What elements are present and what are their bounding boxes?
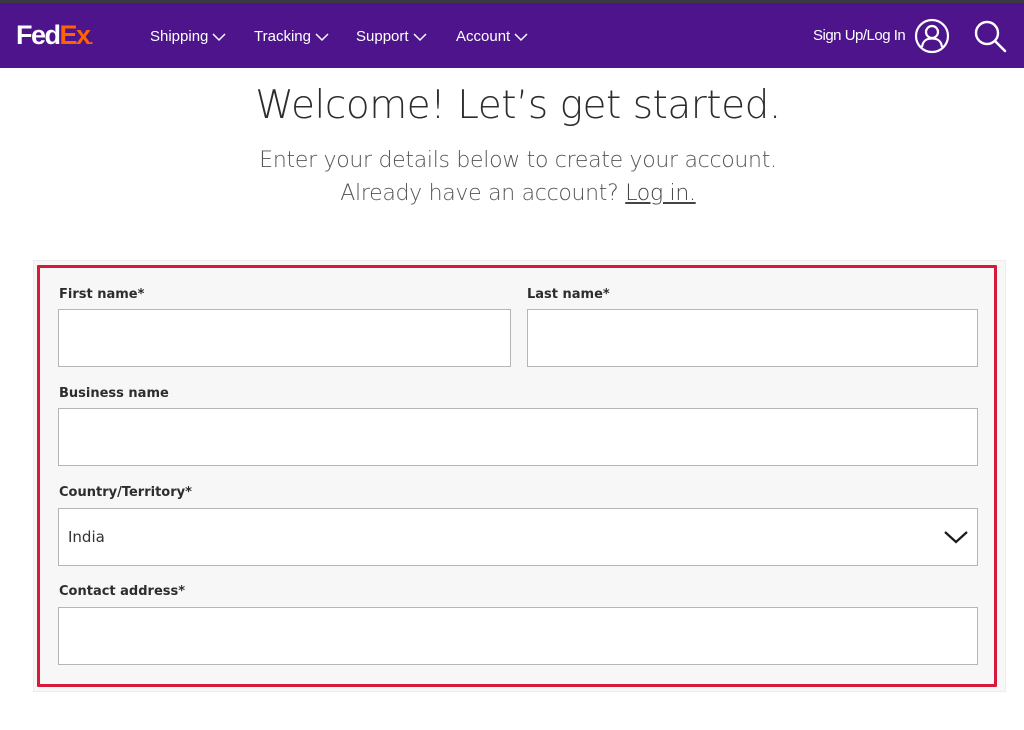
chevron-down-icon (944, 531, 968, 544)
country-select[interactable]: India (58, 508, 978, 566)
log-in-link[interactable]: Log in. (625, 181, 696, 206)
first-name-input[interactable] (58, 309, 511, 367)
sign-up-log-in-link[interactable]: Sign Up/Log In (813, 25, 906, 47)
first-name-label: First name* (59, 287, 145, 302)
contact-address-input[interactable] (58, 607, 978, 665)
nav-tracking[interactable]: Tracking (254, 25, 329, 49)
chevron-down-icon (212, 33, 226, 42)
page-subtitle: Enter your details below to create your … (259, 148, 777, 173)
nav-support[interactable]: Support (356, 25, 427, 49)
chevron-down-icon (514, 33, 528, 42)
last-name-input[interactable] (527, 309, 978, 367)
page-title: Welcome! Let’s get started. (255, 83, 781, 128)
top-navigation-bar: FedEx. Shipping Tracking Support Account… (0, 3, 1024, 68)
chevron-down-icon (413, 33, 427, 42)
chevron-down-icon (315, 33, 329, 42)
last-name-label: Last name* (527, 287, 610, 302)
fedex-logo[interactable]: FedEx. (16, 19, 93, 55)
login-prompt: Already have an account? Log in. (0, 179, 1024, 209)
search-icon[interactable] (972, 19, 1008, 55)
login-prompt-text: Already have an account? (340, 181, 619, 206)
country-label: Country/Territory* (59, 485, 192, 500)
business-name-input[interactable] (58, 408, 978, 466)
country-selected-value: India (68, 528, 105, 546)
business-name-label: Business name (59, 386, 169, 401)
contact-address-label: Contact address* (59, 584, 186, 599)
user-circle-icon[interactable] (914, 18, 950, 54)
nav-account[interactable]: Account (456, 25, 528, 49)
nav-shipping[interactable]: Shipping (150, 25, 226, 49)
